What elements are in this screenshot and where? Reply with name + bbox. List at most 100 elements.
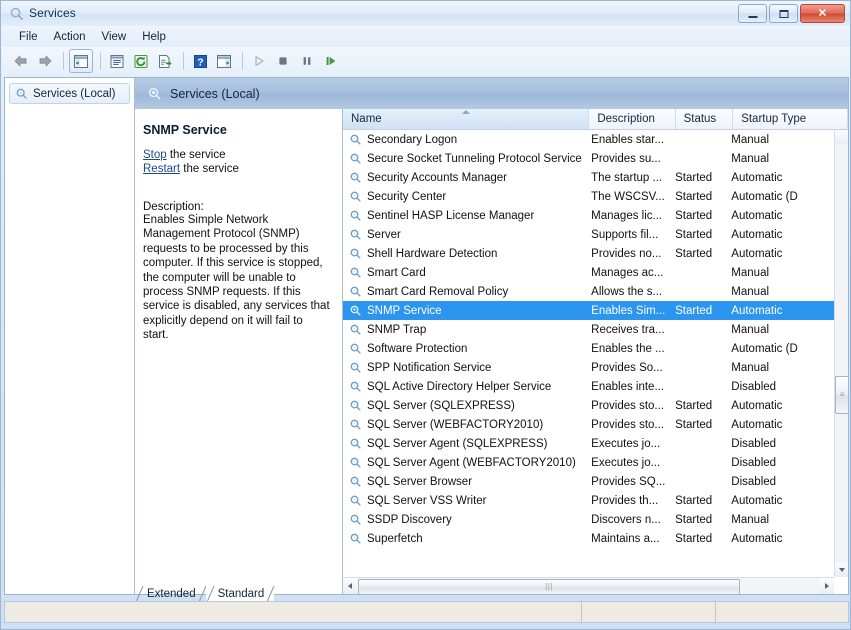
- table-row[interactable]: Sentinel HASP License ManagerManages lic…: [343, 206, 834, 225]
- toolbar-separator: [183, 52, 184, 70]
- service-name-label: Security Accounts Manager: [367, 172, 507, 184]
- start-service-icon: [248, 50, 270, 72]
- refresh-icon[interactable]: [130, 50, 152, 72]
- scroll-up-button[interactable]: [835, 130, 848, 144]
- horizontal-scroll-thumb[interactable]: |||: [358, 579, 740, 594]
- column-header-label: Status: [684, 113, 717, 125]
- service-name-label: Smart Card: [367, 267, 426, 279]
- cell-service-name: Superfetch: [343, 532, 582, 545]
- column-header-startup-type[interactable]: Startup Type: [733, 109, 848, 129]
- cell-service-name: Secure Socket Tunneling Protocol Service: [343, 152, 582, 165]
- cell-startup-type: Automatic: [722, 305, 834, 317]
- service-name-label: SQL Server (WEBFACTORY2010): [367, 419, 543, 431]
- cell-service-name: SQL Server Agent (SQLEXPRESS): [343, 437, 582, 450]
- cell-description: Provides su...: [582, 153, 666, 165]
- tab-extended[interactable]: Extended: [135, 586, 206, 602]
- cell-description: Provides th...: [582, 495, 666, 507]
- cell-service-name: Smart Card: [343, 266, 582, 279]
- cell-service-name: Security Center: [343, 190, 582, 203]
- table-row[interactable]: ServerSupports fil...StartedAutomatic: [343, 225, 834, 244]
- table-row[interactable]: Smart CardManages ac...Manual: [343, 263, 834, 282]
- maximize-button[interactable]: [769, 4, 798, 23]
- close-button[interactable]: ✕: [800, 4, 845, 23]
- table-row[interactable]: SNMP TrapReceives tra...Manual: [343, 320, 834, 339]
- stop-service-suffix: the service: [167, 149, 226, 161]
- back-icon[interactable]: [10, 50, 32, 72]
- cell-status: Started: [666, 495, 722, 507]
- table-row[interactable]: Software ProtectionEnables the ...Automa…: [343, 339, 834, 358]
- restart-service-suffix: the service: [180, 163, 239, 175]
- restart-service-link[interactable]: Restart: [143, 163, 180, 175]
- cell-description: Manages ac...: [582, 267, 666, 279]
- service-gear-icon: [349, 266, 362, 279]
- show-hide-tree-icon[interactable]: [69, 49, 93, 73]
- service-name-label: SPP Notification Service: [367, 362, 491, 374]
- cell-status: Started: [666, 419, 722, 431]
- help-icon[interactable]: ?: [189, 50, 211, 72]
- menu-bar: File Action View Help: [2, 26, 851, 47]
- services-list-view: NameDescriptionStatusStartup Type Second…: [342, 109, 848, 594]
- cell-description: Receives tra...: [582, 324, 666, 336]
- column-header-status[interactable]: Status: [676, 109, 734, 129]
- tab-standard[interactable]: Standard: [206, 586, 275, 602]
- menu-help[interactable]: Help: [134, 29, 174, 45]
- forward-icon[interactable]: [34, 50, 56, 72]
- table-row[interactable]: SQL Server Agent (SQLEXPRESS)Executes jo…: [343, 434, 834, 453]
- table-row[interactable]: Shell Hardware DetectionProvides no...St…: [343, 244, 834, 263]
- table-row[interactable]: SQL Server (SQLEXPRESS)Provides sto...St…: [343, 396, 834, 415]
- chevron-down-icon: [839, 568, 845, 572]
- service-name-label: Server: [367, 229, 401, 241]
- service-name-label: Security Center: [367, 191, 446, 203]
- scroll-down-button[interactable]: [835, 563, 848, 577]
- pane-header-label: Services (Local): [170, 87, 260, 101]
- cell-status: Started: [666, 172, 722, 184]
- table-row-selected[interactable]: SNMP ServiceEnables Sim...StartedAutomat…: [343, 301, 834, 320]
- list-rows: Secondary LogonEnables star...ManualSecu…: [343, 130, 834, 577]
- scroll-left-button[interactable]: [343, 578, 357, 594]
- cell-service-name: SQL Server Browser: [343, 475, 582, 488]
- table-row[interactable]: SQL Server Agent (WEBFACTORY2010)Execute…: [343, 453, 834, 472]
- cell-status: Started: [666, 248, 722, 260]
- vertical-scroll-thumb[interactable]: ≡: [835, 376, 848, 414]
- table-row[interactable]: Smart Card Removal PolicyAllows the s...…: [343, 282, 834, 301]
- vertical-scrollbar[interactable]: ≡: [834, 130, 848, 577]
- service-name-label: SSDP Discovery: [367, 514, 452, 526]
- table-row[interactable]: SPP Notification ServiceProvides So...Ma…: [343, 358, 834, 377]
- stop-service-link[interactable]: Stop: [143, 149, 167, 161]
- column-header-name[interactable]: Name: [343, 109, 589, 129]
- table-row[interactable]: Security CenterThe WSCSV...StartedAutoma…: [343, 187, 834, 206]
- column-header-description[interactable]: Description: [589, 109, 675, 129]
- service-gear-icon: [349, 437, 362, 450]
- export-list-icon[interactable]: [154, 50, 176, 72]
- cell-startup-type: Automatic: [722, 248, 834, 260]
- horizontal-scrollbar[interactable]: |||: [343, 577, 834, 594]
- table-row[interactable]: SQL Active Directory Helper ServiceEnabl…: [343, 377, 834, 396]
- tab-label: Extended: [147, 588, 196, 600]
- stop-service-icon: [272, 50, 294, 72]
- table-row[interactable]: Secure Socket Tunneling Protocol Service…: [343, 149, 834, 168]
- pane-header: Services (Local): [135, 78, 848, 109]
- cell-description: Enables Sim...: [582, 305, 666, 317]
- scroll-right-button[interactable]: [820, 578, 834, 594]
- cell-description: Enables star...: [582, 134, 666, 146]
- table-row[interactable]: SQL Server (WEBFACTORY2010)Provides sto.…: [343, 415, 834, 434]
- menu-view[interactable]: View: [94, 29, 135, 45]
- cell-startup-type: Disabled: [722, 476, 834, 488]
- menu-action[interactable]: Action: [46, 29, 94, 45]
- show-action-pane-icon[interactable]: [213, 50, 235, 72]
- minimize-button[interactable]: [738, 4, 767, 23]
- properties-icon[interactable]: [106, 50, 128, 72]
- table-row[interactable]: Secondary LogonEnables star...Manual: [343, 130, 834, 149]
- table-row[interactable]: SQL Server BrowserProvides SQ...Disabled: [343, 472, 834, 491]
- cell-description: Allows the s...: [582, 286, 666, 298]
- service-gear-icon: [349, 380, 362, 393]
- table-row[interactable]: Security Accounts ManagerThe startup ...…: [343, 168, 834, 187]
- window-controls: ✕: [738, 4, 845, 23]
- table-row[interactable]: SuperfetchMaintains a...StartedAutomatic: [343, 529, 834, 548]
- table-row[interactable]: SSDP DiscoveryDiscovers n...StartedManua…: [343, 510, 834, 529]
- table-row[interactable]: SQL Server VSS WriterProvides th...Start…: [343, 491, 834, 510]
- menu-file[interactable]: File: [11, 29, 46, 45]
- cell-startup-type: Manual: [722, 514, 834, 526]
- cell-startup-type: Manual: [722, 134, 834, 146]
- tree-node-services-local[interactable]: Services (Local): [9, 83, 130, 104]
